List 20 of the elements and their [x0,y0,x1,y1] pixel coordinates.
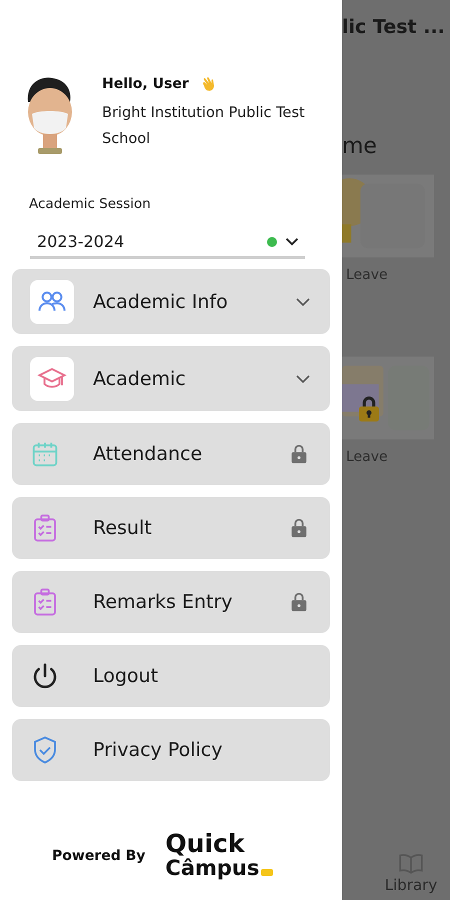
menu-item[interactable]: Academic Info [12,269,330,334]
card-label: Leave [345,449,389,465]
card-label: Leave [345,267,389,283]
chevron-down-icon [296,374,310,382]
greeting: Hello, User [102,76,189,92]
session-dropdown[interactable]: 2023-2024 [30,226,305,259]
menu-item[interactable]: Logout [12,645,330,707]
menu-item[interactable]: Result [12,497,330,559]
field-label: Academic Session [29,196,152,212]
menu-item[interactable]: Privacy Policy [12,719,330,781]
chevron-down-icon [296,298,310,306]
logo: Quick Câmpus [165,832,274,880]
menu-item[interactable]: Remarks Entry [12,571,330,633]
section-heading: me [342,134,378,159]
powered-by-label: Powered By [52,848,146,864]
menu-item[interactable]: Attendance [12,423,330,485]
page-title: lic Test ... [342,16,446,38]
chevron-down-icon [285,237,299,246]
menu-item[interactable]: Academic [12,346,330,411]
school-name: Bright Institution Public Test School [102,104,306,149]
